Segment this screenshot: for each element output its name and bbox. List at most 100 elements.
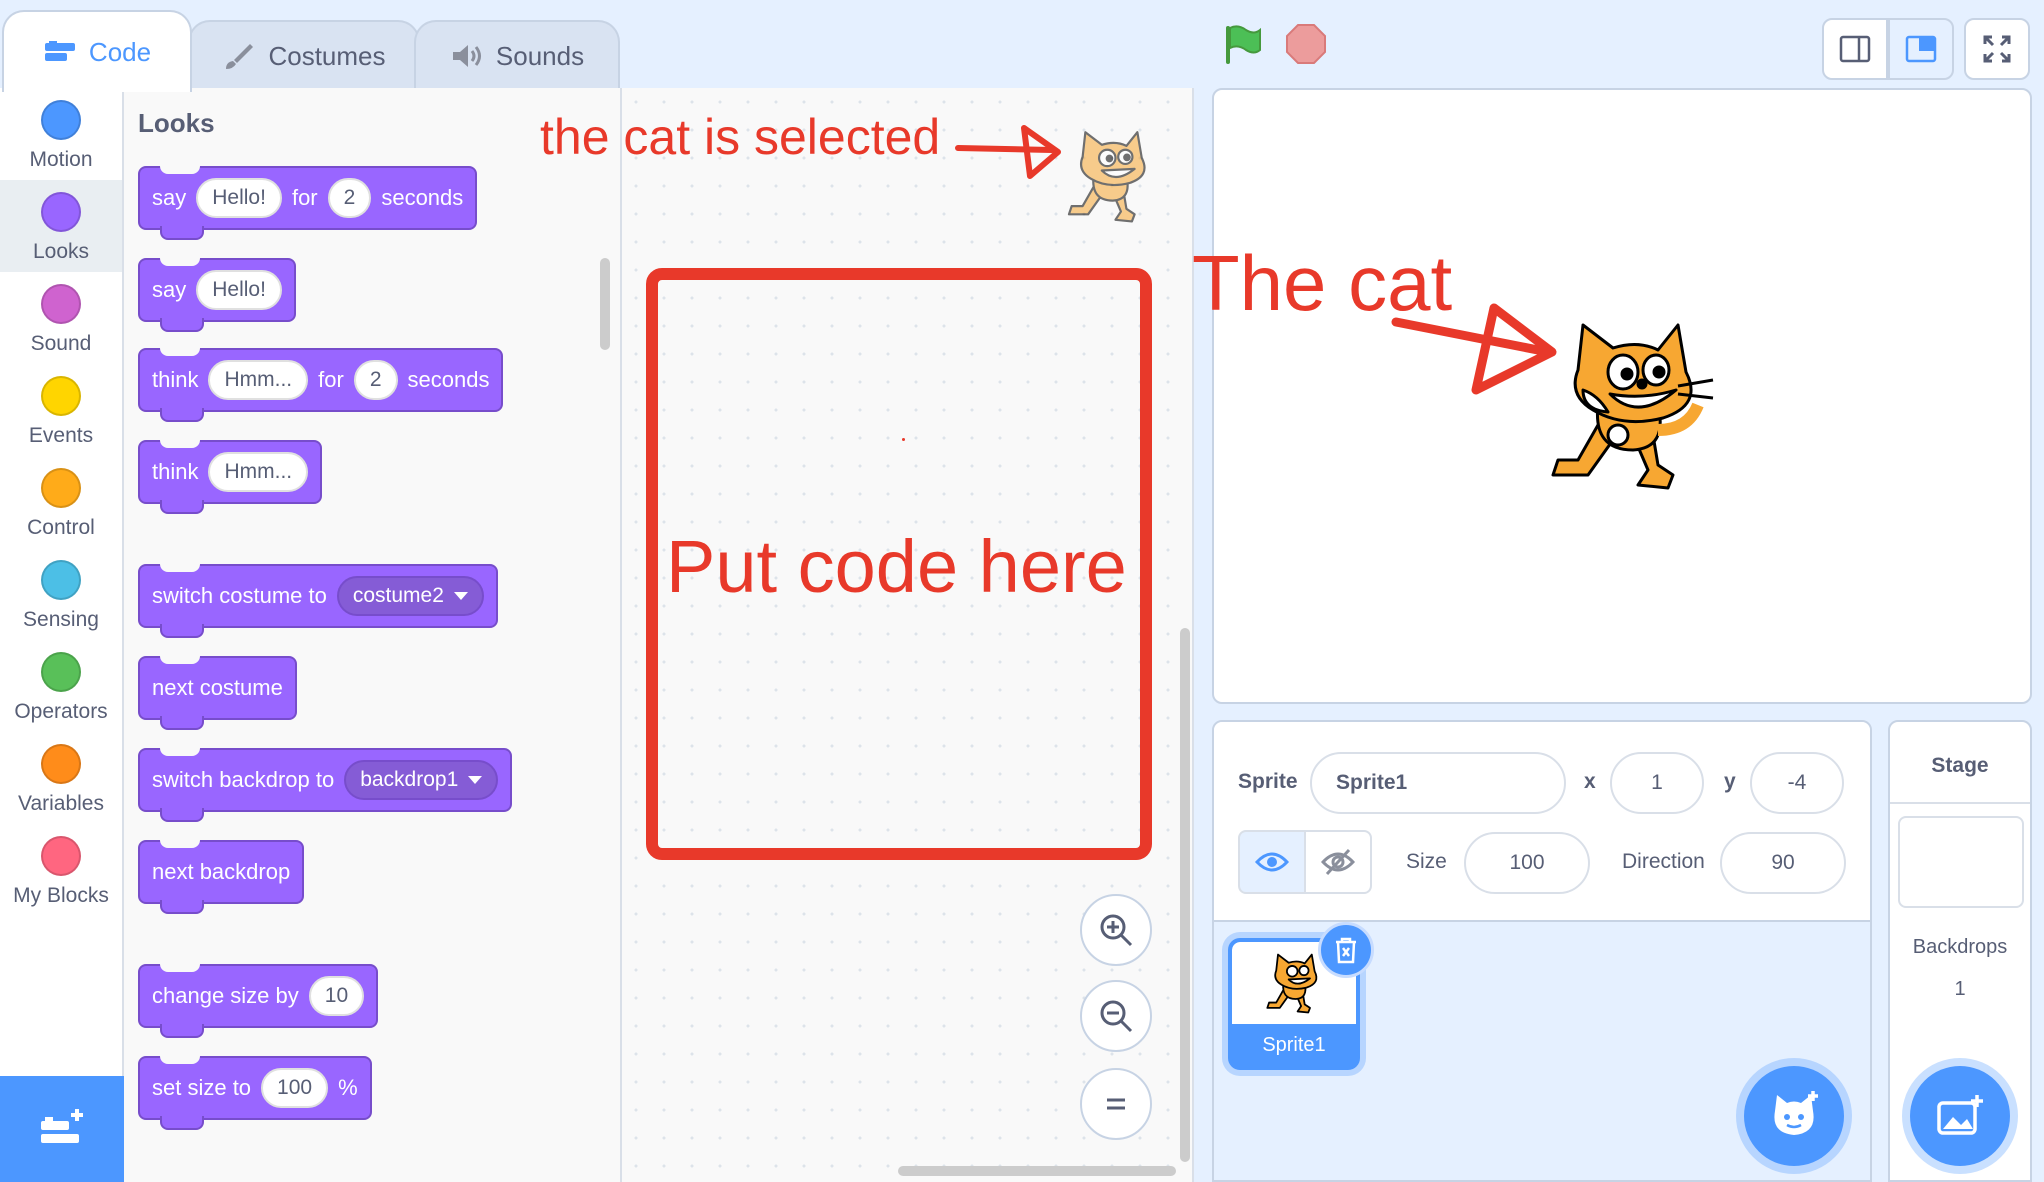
category-label: Events <box>28 424 94 447</box>
green-flag-icon[interactable] <box>1220 22 1264 66</box>
speaker-icon <box>452 45 481 67</box>
block-text: seconds <box>407 367 490 392</box>
size-change-input[interactable]: 10 <box>308 976 365 1016</box>
category-label: My Blocks <box>13 884 109 907</box>
category-label: Motion <box>29 148 93 171</box>
category-label: Sensing <box>23 608 99 631</box>
size-input[interactable]: 100 <box>1464 832 1590 894</box>
category-motion[interactable]: Motion <box>0 88 122 180</box>
backdrops-label: Backdrops <box>1912 936 2008 958</box>
category-events[interactable]: Events <box>0 364 122 456</box>
y-label: y <box>1724 770 1736 793</box>
looks-color-dot <box>41 192 81 232</box>
tab-sounds-label: Sounds <box>495 40 585 71</box>
choose-sprite-button[interactable] <box>1744 1066 1844 1166</box>
direction-label: Direction <box>1622 850 1705 873</box>
control-color-dot <box>41 468 81 508</box>
category-looks[interactable]: Looks <box>0 180 122 272</box>
direction-input[interactable]: 90 <box>1720 832 1846 894</box>
show-sprite-button[interactable] <box>1238 830 1306 894</box>
category-sensing[interactable]: Sensing <box>0 548 122 640</box>
think-for-block[interactable]: think Hmm... for 2 seconds <box>138 348 504 422</box>
zoom-in-button[interactable] <box>1080 894 1152 966</box>
costume-dropdown[interactable]: costume2 <box>336 576 484 616</box>
seconds-input[interactable]: 2 <box>327 178 372 218</box>
next-costume-block[interactable]: next costume <box>138 656 297 730</box>
y-position-input[interactable]: -4 <box>1750 752 1844 814</box>
think-block[interactable]: think Hmm... <box>138 440 323 514</box>
switch-costume-block[interactable]: switch costume to costume2 <box>138 564 498 638</box>
category-label: Sound <box>30 332 92 355</box>
sprite-label: Sprite <box>1238 770 1298 793</box>
category-sound[interactable]: Sound <box>0 272 122 364</box>
palette-section-title: Looks <box>138 108 215 138</box>
category-control[interactable]: Control <box>0 456 122 548</box>
say-for-block[interactable]: say Hello! for 2 seconds <box>138 166 478 240</box>
zoom-out-button[interactable] <box>1080 980 1152 1052</box>
category-label: Looks <box>32 240 90 263</box>
set-size-block[interactable]: set size to 100 % <box>138 1056 372 1130</box>
hide-sprite-button[interactable] <box>1304 830 1372 894</box>
block-text: switch backdrop to <box>152 767 335 792</box>
fullscreen-icon <box>1983 35 2011 63</box>
block-text: next costume <box>152 675 283 700</box>
x-position-input[interactable]: 1 <box>1610 752 1704 814</box>
seconds-input[interactable]: 2 <box>353 360 398 400</box>
add-sprite-cat-icon <box>1774 1091 1818 1135</box>
sprite-name-input[interactable]: Sprite1 <box>1310 752 1566 814</box>
block-text: for <box>291 185 318 210</box>
block-text: % <box>338 1075 358 1100</box>
size-input[interactable]: 100 <box>261 1068 329 1108</box>
backdrop-thumbnail[interactable] <box>1898 816 2024 908</box>
message-input[interactable]: Hmm... <box>208 360 309 400</box>
my-blocks-color-dot <box>41 836 81 876</box>
next-backdrop-block[interactable]: next backdrop <box>138 840 305 914</box>
stop-icon[interactable] <box>1284 22 1328 66</box>
annotation-the-cat: The cat <box>1192 239 1453 327</box>
large-stage-button[interactable] <box>1888 18 1954 80</box>
eye-icon <box>1255 852 1289 872</box>
say-block[interactable]: say Hello! <box>138 258 296 332</box>
caret-down-icon <box>468 776 483 784</box>
fullscreen-button[interactable] <box>1964 18 2030 80</box>
caret-down-icon <box>453 592 468 600</box>
tab-code[interactable]: Code <box>2 10 192 92</box>
category-label: Operators <box>14 700 108 723</box>
palette-scrollbar[interactable] <box>600 258 610 350</box>
backdrop-dropdown[interactable]: backdrop1 <box>344 760 499 800</box>
category-label: Control <box>27 516 95 539</box>
small-stage-button[interactable] <box>1822 18 1888 80</box>
trash-icon <box>1336 937 1356 964</box>
category-variables[interactable]: Variables <box>0 732 122 824</box>
message-input[interactable]: Hello! <box>196 178 282 218</box>
dropdown-value: backdrop1 <box>360 768 459 791</box>
motion-color-dot <box>41 100 81 140</box>
switch-backdrop-block[interactable]: switch backdrop to backdrop1 <box>138 748 513 822</box>
category-operators[interactable]: Operators <box>0 640 122 732</box>
brush-icon <box>226 44 254 69</box>
script-horizontal-scrollbar[interactable] <box>898 1166 1176 1176</box>
code-icon <box>44 41 75 61</box>
block-text: think <box>152 367 199 392</box>
script-vertical-scrollbar[interactable] <box>1180 628 1190 1162</box>
zoom-reset-button[interactable] <box>1080 1068 1152 1140</box>
x-label: x <box>1584 770 1596 793</box>
category-my-blocks[interactable]: My Blocks <box>0 824 122 916</box>
message-input[interactable]: Hmm... <box>208 452 309 492</box>
choose-backdrop-button[interactable] <box>1910 1066 2010 1166</box>
editor-tabs: Code Costumes Sounds <box>0 0 640 92</box>
add-extension-button[interactable] <box>0 1076 124 1182</box>
message-input[interactable]: Hello! <box>196 270 282 310</box>
tab-sounds[interactable]: Sounds <box>414 20 620 90</box>
category-menu: Motion Looks Sound Events Control Sensin… <box>0 88 124 1182</box>
tab-costumes-label: Costumes <box>268 40 386 71</box>
category-label: Variables <box>18 792 104 815</box>
change-size-block[interactable]: change size by 10 <box>138 964 379 1038</box>
tab-costumes[interactable]: Costumes <box>188 20 420 90</box>
delete-sprite-button[interactable] <box>1318 922 1374 978</box>
large-stage-icon <box>1905 35 1937 63</box>
small-stage-icon <box>1839 35 1871 63</box>
variables-color-dot <box>41 744 81 784</box>
stage-cat-sprite-icon[interactable] <box>1536 310 1720 500</box>
stage-divider <box>1890 802 2030 804</box>
